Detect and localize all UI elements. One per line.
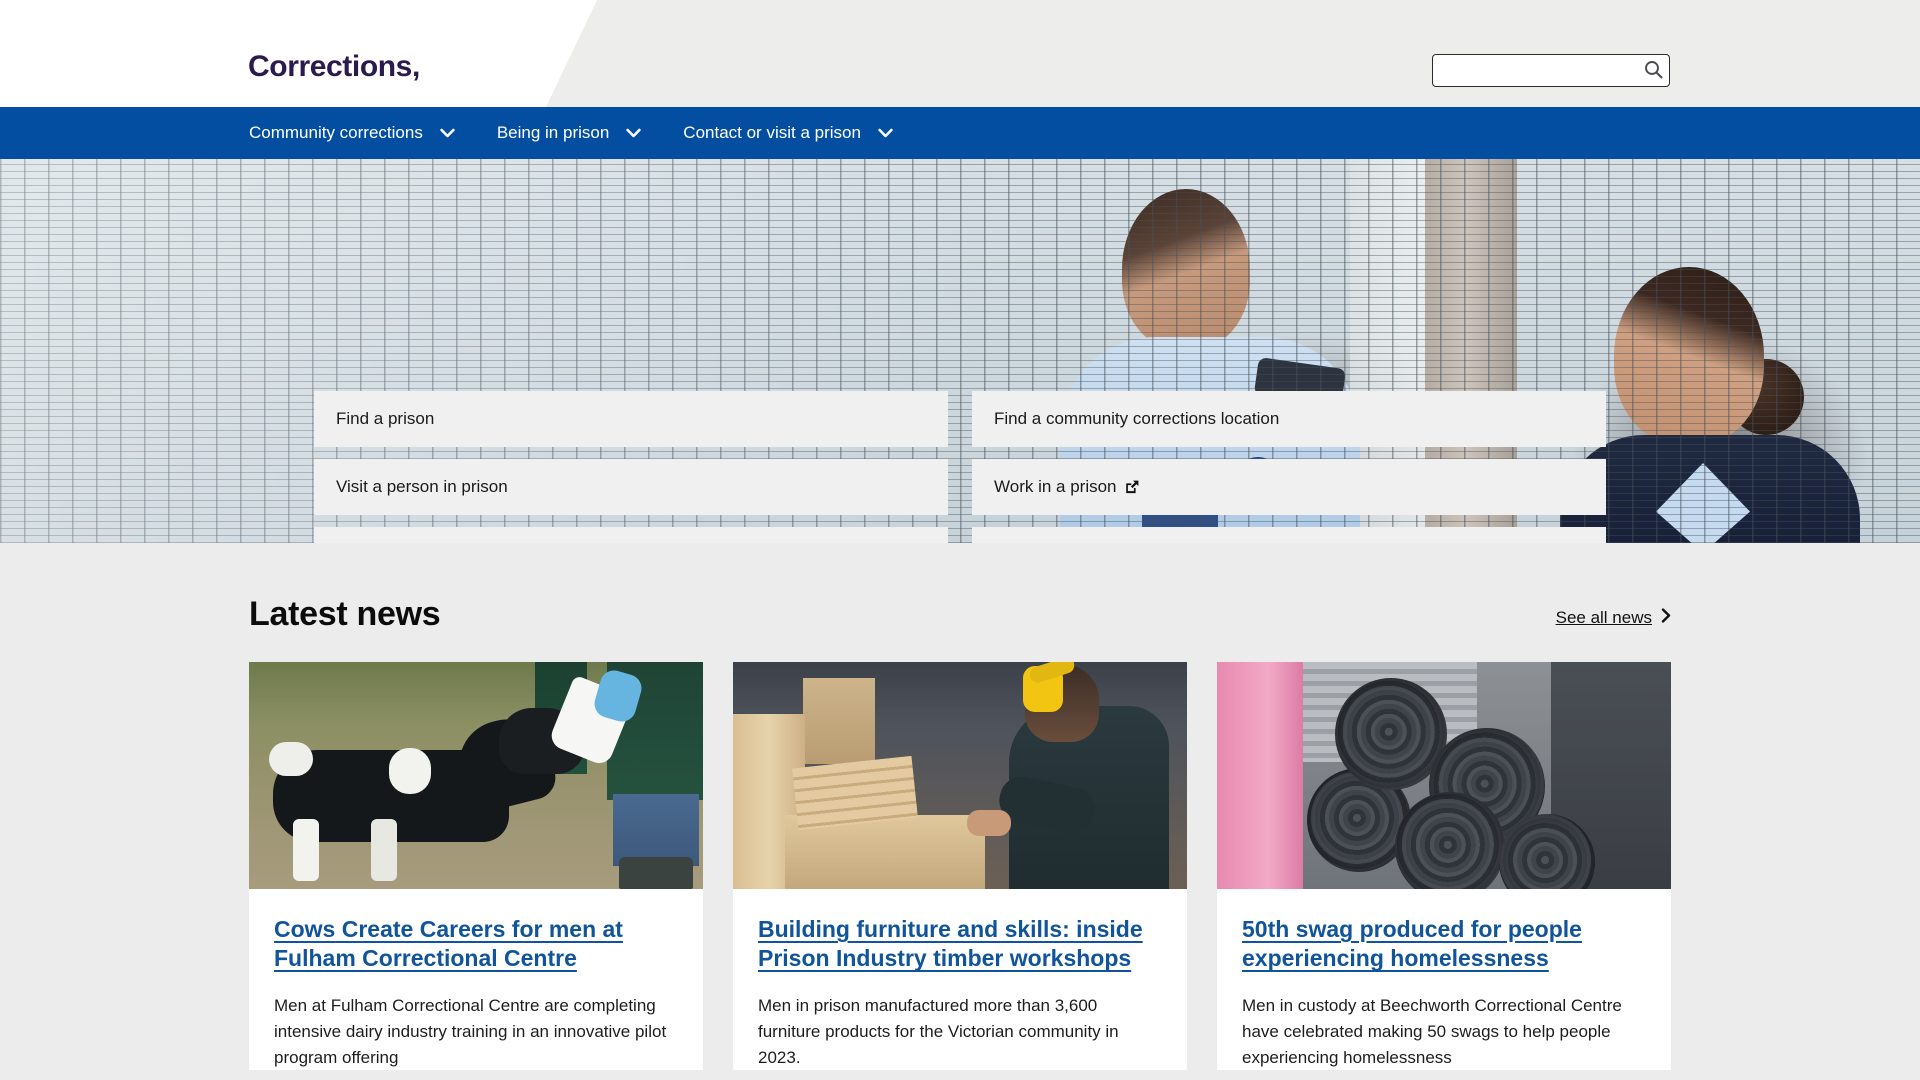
nav-item-label: Community corrections xyxy=(249,123,423,142)
news-card-title[interactable]: 50th swag produced for people experienci… xyxy=(1242,916,1582,971)
chevron-down-icon[interactable] xyxy=(440,128,455,138)
search-icon xyxy=(1644,60,1663,82)
quick-link-view-statistics[interactable]: View prison and community corrections st… xyxy=(972,527,1606,543)
search-input[interactable] xyxy=(1432,54,1670,87)
quick-link-label: Find a prison xyxy=(336,409,435,428)
quick-links: Find a prison Visit a person in prison V… xyxy=(314,391,1606,543)
nav-item-community-corrections[interactable]: Community corrections xyxy=(249,107,469,159)
latest-news-section: Latest news See all news Cows Create Car… xyxy=(0,543,1920,1080)
news-card[interactable]: Building furniture and skills: inside Pr… xyxy=(733,662,1187,1071)
search-box xyxy=(1432,54,1670,87)
chevron-down-icon[interactable] xyxy=(626,128,641,138)
chevron-down-icon[interactable] xyxy=(878,128,893,138)
chevron-right-icon xyxy=(1661,608,1671,628)
quick-link-work-in-a-prison[interactable]: Work in a prison xyxy=(972,459,1606,515)
nav-item-label: Being in prison xyxy=(496,123,610,142)
logo-line-1: Corrections, xyxy=(248,50,420,84)
external-link-icon xyxy=(1125,480,1139,494)
quick-link-label: Visit a person in prison xyxy=(336,477,508,496)
news-card-title[interactable]: Cows Create Careers for men at Fulham Co… xyxy=(274,916,623,971)
nav-item-being-in-prison[interactable]: Being in prison xyxy=(497,107,655,159)
news-card[interactable]: Cows Create Careers for men at Fulham Co… xyxy=(249,662,703,1071)
news-card-body: 50th swag produced for people experienci… xyxy=(1217,889,1671,1070)
latest-news-header: Latest news See all news xyxy=(249,543,1671,662)
news-card-description: Men at Fulham Correctional Centre are co… xyxy=(274,995,667,1067)
quick-link-visit-a-person-in-prison[interactable]: Visit a person in prison xyxy=(314,459,948,515)
quick-link-find-a-community-corrections-location[interactable]: Find a community corrections location xyxy=(972,391,1606,447)
search-button[interactable] xyxy=(1638,56,1668,85)
news-card-image xyxy=(249,662,703,889)
nav-item-contact-or-visit-a-prison[interactable]: Contact or visit a prison xyxy=(683,107,907,159)
news-card-body: Cows Create Careers for men at Fulham Co… xyxy=(249,889,703,1070)
news-card-image xyxy=(1217,662,1671,889)
quick-link-find-a-prison[interactable]: Find a prison xyxy=(314,391,948,447)
page-title: Latest news xyxy=(249,595,441,633)
quick-links-right-column: Find a community corrections location Wo… xyxy=(972,391,1606,543)
see-all-news-label: See all news xyxy=(1555,608,1652,627)
site-logo[interactable]: Corrections, Prisons & Parole xyxy=(248,14,483,107)
news-card-description: Men in prison manufactured more than 3,6… xyxy=(758,995,1119,1067)
quick-link-label: Find a community corrections location xyxy=(994,409,1280,428)
news-card[interactable]: 50th swag produced for people experienci… xyxy=(1217,662,1671,1071)
primary-navigation: Community corrections Being in prison Co… xyxy=(0,107,1920,159)
quick-link-view-standards[interactable]: View standards for prisoners and offende… xyxy=(314,527,948,543)
news-card-body: Building furniture and skills: inside Pr… xyxy=(733,889,1187,1070)
see-all-news-link[interactable]: See all news xyxy=(1556,608,1671,634)
quick-links-left-column: Find a prison Visit a person in prison V… xyxy=(314,391,948,543)
site-header: Corrections, Prisons & Parole xyxy=(0,0,1920,107)
news-card-grid: Cows Create Careers for men at Fulham Co… xyxy=(249,662,1671,1071)
quick-link-label: Work in a prison xyxy=(994,477,1117,496)
hero-banner: Find a prison Visit a person in prison V… xyxy=(0,159,1920,543)
news-card-title[interactable]: Building furniture and skills: inside Pr… xyxy=(758,916,1143,971)
news-card-image xyxy=(733,662,1187,889)
news-card-description: Men in custody at Beechworth Correctiona… xyxy=(1242,995,1622,1067)
nav-item-label: Contact or visit a prison xyxy=(683,123,861,142)
